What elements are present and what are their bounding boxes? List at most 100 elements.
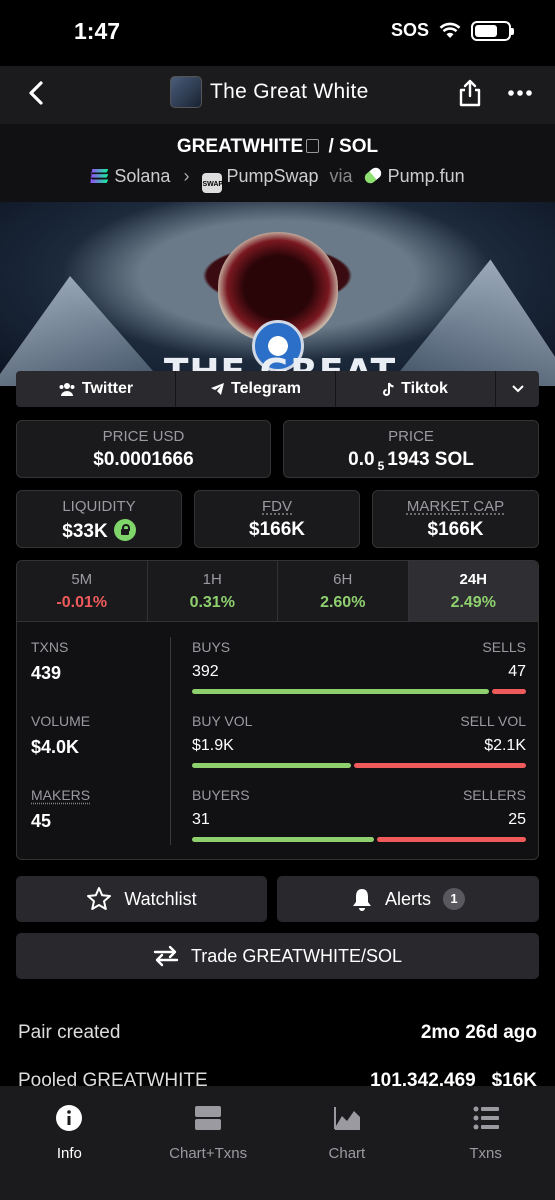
makers-metric: MAKERS 45 bbox=[31, 787, 91, 831]
pair-separator: / bbox=[328, 136, 334, 157]
sell-vol-bar bbox=[353, 763, 526, 768]
token-avatar bbox=[170, 76, 202, 108]
price-sol-label: PRICE bbox=[388, 428, 434, 445]
info-value: 101,342,469 $16K bbox=[370, 1070, 537, 1086]
price-sol-value: 0.0 5 1943 SOL bbox=[348, 449, 474, 473]
txns-metric: TXNS 439 bbox=[31, 639, 69, 683]
pumpswap-icon: SWAP bbox=[202, 173, 223, 193]
liquidity-value: $33K bbox=[17, 519, 181, 543]
dex-name[interactable]: PumpSwap bbox=[226, 166, 318, 186]
tab-1h[interactable]: 1H 0.31% bbox=[147, 561, 278, 621]
token-banner-image: THE GREAT WHITE bbox=[0, 202, 555, 386]
info-value: 2mo 26d ago bbox=[420, 1022, 537, 1043]
summary-metrics: TXNS 439 VOLUME $4.0K MAKERS 45 bbox=[31, 639, 171, 859]
price-sol-card: PRICE 0.0 5 1943 SOL bbox=[283, 420, 539, 478]
wifi-icon bbox=[439, 22, 461, 38]
buy-vol-bar bbox=[192, 763, 351, 768]
status-time: 1:47 bbox=[74, 18, 121, 44]
tab-6h[interactable]: 6H 2.60% bbox=[278, 561, 409, 621]
top-nav-bar: The Great White bbox=[0, 66, 555, 124]
info-icon bbox=[56, 1105, 83, 1131]
info-key: Pooled GREATWHITE bbox=[18, 1070, 208, 1086]
bottom-tab-bar: Info Chart+Txns Chart Txns bbox=[0, 1086, 555, 1200]
alerts-label: Alerts bbox=[384, 888, 431, 909]
pair-header: GREATWHITE / SOL Solana › SWAP PumpSwap v… bbox=[0, 124, 555, 202]
chevron-right-icon: › bbox=[183, 166, 190, 186]
base-symbol: GREATWHITE bbox=[176, 136, 304, 157]
trade-label: Trade GREATWHITE/SOL bbox=[190, 945, 403, 966]
alerts-button[interactable]: Alerts 1 bbox=[277, 876, 539, 922]
tab-chart[interactable]: Chart bbox=[278, 1086, 417, 1200]
sellers-bar bbox=[377, 837, 526, 842]
more-socials-button[interactable] bbox=[496, 371, 539, 407]
carrier-label: SOS bbox=[390, 20, 429, 40]
copy-icon[interactable] bbox=[306, 139, 320, 153]
split-view-icon bbox=[195, 1106, 222, 1130]
buys-sells-row: BUYS SELLS 392 47 bbox=[192, 639, 526, 713]
info-row: Pooled GREATWHITE 101,342,469 $16K bbox=[0, 1058, 555, 1086]
users-icon bbox=[59, 383, 75, 396]
fdv-label[interactable]: FDV bbox=[195, 498, 359, 515]
status-bar: 1:47 SOS bbox=[0, 0, 555, 66]
star-icon bbox=[87, 887, 112, 910]
chain-name[interactable]: Solana bbox=[114, 166, 170, 186]
tab-chart-txns[interactable]: Chart+Txns bbox=[139, 1086, 278, 1200]
buyers-bar bbox=[192, 837, 375, 842]
status-indicators: SOS bbox=[390, 20, 514, 41]
social-links: Twitter Telegram Tiktok bbox=[16, 371, 539, 407]
market-cap-card: MARKET CAP $166K bbox=[372, 490, 539, 548]
lock-icon[interactable] bbox=[113, 519, 136, 541]
quote-symbol: SOL bbox=[339, 136, 379, 157]
tiktok-button[interactable]: Tiktok bbox=[336, 371, 496, 407]
info-row: Pair created 2mo 26d ago bbox=[0, 1010, 555, 1058]
list-icon bbox=[473, 1106, 499, 1130]
watchlist-button[interactable]: Watchlist bbox=[16, 876, 267, 922]
bell-icon bbox=[352, 889, 371, 911]
chart-icon bbox=[333, 1107, 360, 1130]
buyers-sellers-row: BUYERS SELLERS 31 25 bbox=[192, 787, 526, 859]
tab-5m[interactable]: 5M -0.01% bbox=[17, 561, 148, 621]
token-header: The Great White bbox=[170, 76, 369, 108]
pill-icon bbox=[362, 165, 384, 186]
alerts-count-badge: 1 bbox=[443, 888, 465, 910]
tab-24h[interactable]: 24H 2.49% bbox=[408, 561, 538, 621]
trade-button[interactable]: Trade GREATWHITE/SOL bbox=[16, 933, 539, 979]
share-icon[interactable] bbox=[455, 78, 485, 108]
tab-txns[interactable]: Txns bbox=[416, 1086, 555, 1200]
price-usd-card: PRICE USD $0.0001666 bbox=[16, 420, 271, 478]
pair-name: GREATWHITE / SOL bbox=[0, 136, 555, 158]
tiktok-icon bbox=[383, 382, 394, 396]
market-cap-value: $166K bbox=[427, 519, 484, 540]
telegram-button[interactable]: Telegram bbox=[176, 371, 336, 407]
sells-bar bbox=[491, 689, 526, 694]
tiktok-label: Tiktok bbox=[401, 380, 448, 397]
buyers-sellers-bar bbox=[192, 837, 526, 842]
back-icon[interactable] bbox=[22, 78, 52, 108]
liquidity-card: LIQUIDITY $33K bbox=[16, 490, 182, 548]
price-usd-label: PRICE USD bbox=[102, 428, 185, 445]
twitter-button[interactable]: Twitter bbox=[16, 371, 176, 407]
price-usd-value: $0.0001666 bbox=[93, 449, 194, 470]
battery-icon bbox=[471, 20, 514, 41]
tab-info[interactable]: Info bbox=[0, 1086, 139, 1200]
liquidity-label: LIQUIDITY bbox=[62, 498, 136, 515]
telegram-label: Telegram bbox=[231, 380, 301, 397]
fdv-card: FDV $166K bbox=[194, 490, 360, 548]
trading-stats: 5M -0.01% 1H 0.31% 6H 2.60% 24H 2.49% TX… bbox=[16, 560, 539, 860]
swap-arrows-icon bbox=[153, 945, 179, 967]
telegram-icon bbox=[211, 383, 225, 395]
fdv-value: $166K bbox=[249, 519, 305, 540]
twitter-label: Twitter bbox=[81, 380, 134, 397]
volume-split-row: BUY VOL SELL VOL $1.9K $2.1K bbox=[192, 713, 526, 787]
info-key: Pair created bbox=[18, 1022, 121, 1043]
more-icon[interactable] bbox=[505, 80, 535, 106]
watchlist-label: Watchlist bbox=[124, 888, 197, 909]
buy-sell-metrics: BUYS SELLS 392 47 BUY VOL SELL VOL $1.9K $2.… bbox=[192, 639, 526, 859]
volume-metric: VOLUME $4.0K bbox=[31, 713, 91, 757]
volume-split-bar bbox=[192, 763, 526, 768]
market-cap-label[interactable]: MARKET CAP bbox=[373, 498, 538, 515]
stats-divider bbox=[170, 637, 171, 845]
timeframe-tabs: 5M -0.01% 1H 0.31% 6H 2.60% 24H 2.49% bbox=[17, 561, 538, 622]
launchpad-name[interactable]: Pump.fun bbox=[388, 166, 465, 186]
token-title: The Great White bbox=[210, 80, 369, 103]
